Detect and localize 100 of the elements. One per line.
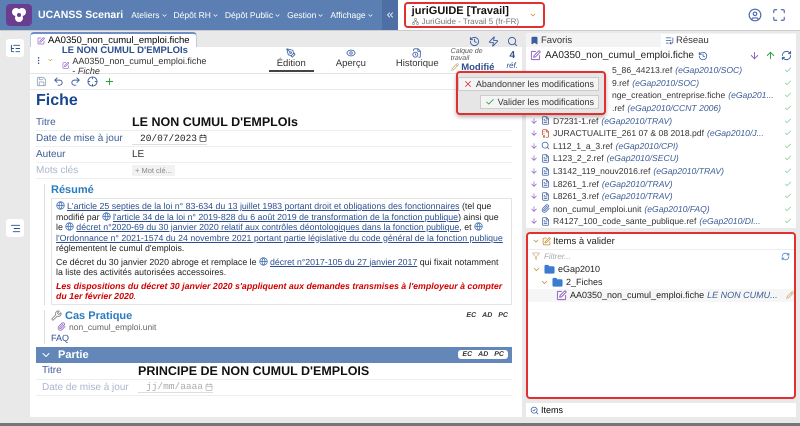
target-icon[interactable] (87, 76, 98, 87)
field-label: Date de mise à jour (42, 382, 130, 392)
panel-title: Items à valider (553, 236, 615, 247)
attached-file[interactable]: non_cumul_emploi.unit (69, 322, 156, 332)
globe-icon (65, 222, 74, 231)
outgoing-links-icon[interactable] (765, 50, 776, 61)
list-icon (665, 36, 674, 44)
section-title: Cas Pratique (65, 310, 132, 322)
refresh-icon[interactable] (781, 252, 790, 261)
reference-name[interactable]: non_cumul_emploi.unit (553, 204, 642, 214)
case-label: FAQ (51, 332, 70, 342)
outline-button[interactable] (6, 219, 24, 237)
law-link[interactable]: décret n°2020-69 du 30 janvier 2020 relatif aux contrôles déontologiques dans la fonction publique (76, 222, 460, 232)
menu-item[interactable]: Ateliers (131, 10, 168, 20)
double-chevron-icon (384, 10, 395, 20)
discard-changes-button[interactable]: Abandonner les modifications (458, 77, 599, 91)
cross-icon (462, 79, 473, 89)
validate-changes-button[interactable]: Valider les modifications (480, 95, 599, 109)
magnifier-icon (541, 141, 550, 150)
document-title: LE NON CUMUL D'EMPLOIs (62, 44, 188, 56)
reference-name[interactable]: .ref (612, 103, 624, 114)
calendar-icon[interactable] (199, 134, 208, 142)
reference-path: (eGap2010/SOC) (632, 78, 700, 88)
history-icon[interactable] (469, 36, 480, 47)
reference-path: (eGap2010/DI... (699, 216, 761, 226)
document-icon (541, 116, 550, 126)
document-icon (541, 154, 550, 163)
reference-name[interactable]: JURACTUALITE_261 07 & 08 2018.pdf (553, 128, 704, 138)
reference-label: réf. (506, 61, 518, 70)
reference-name[interactable]: L3142_119_nouv2016.ref (553, 166, 650, 176)
app-logo[interactable] (6, 4, 32, 26)
reference-path: (eGap2010/SOC) (675, 65, 742, 76)
bookmark-icon (530, 36, 539, 44)
workspace-selector[interactable]: juriGUIDE [Travail] JuriGuide - Travail 5 (fr-FR) (404, 2, 546, 28)
panel-tab[interactable]: Réseau (661, 34, 796, 46)
incoming-links-icon[interactable] (749, 50, 760, 61)
caret-icon (529, 11, 538, 19)
menu-item[interactable]: Dépôt Public (224, 10, 282, 20)
link-direction-icon (530, 204, 538, 213)
filter-icon (532, 252, 540, 260)
items-search-button[interactable]: Items (526, 403, 796, 417)
date-field[interactable]: 20/07/2023 (132, 132, 208, 144)
field-label: Auteur (36, 149, 66, 160)
undo-icon[interactable] (53, 76, 64, 87)
collapse-button[interactable] (382, 0, 398, 30)
view-tab[interactable]: Historique (388, 48, 447, 72)
dropdown-icon[interactable] (47, 56, 54, 64)
menu-item[interactable]: Dépôt RH (174, 10, 219, 20)
law-link[interactable]: l'article 34 de la loi n° 2019-828 du 6 août 2019 de transformation de la fonction publique (112, 212, 458, 222)
view-tab[interactable]: Aperçu (328, 48, 374, 72)
reference-path: (eGap2010/TRAV) (653, 166, 724, 176)
document-file: AA0350_non_cumul_emploi.fiche - Fiche (72, 56, 208, 76)
reference-name[interactable]: 9.ref (612, 78, 630, 88)
reference-name[interactable]: L8261_1.ref (553, 178, 599, 189)
reference-name[interactable]: 5_86_44213.ref (612, 65, 672, 76)
lightning-icon[interactable] (488, 36, 499, 47)
reference-path: (eGap2010/TRAV) (602, 178, 673, 189)
user-icon[interactable] (748, 8, 762, 22)
reference-path: (eGap201... (728, 90, 774, 100)
edit-document-icon (37, 36, 45, 44)
reference-name[interactable]: L8261_3.ref (553, 191, 599, 202)
layer-status[interactable]: Modifié (451, 62, 494, 72)
globe-icon (102, 212, 111, 220)
tree-item[interactable]: eGap2010 (558, 264, 600, 274)
search-icon[interactable] (507, 36, 518, 47)
redo-icon[interactable] (70, 76, 81, 87)
fullscreen-icon[interactable] (772, 8, 786, 22)
history-icon[interactable] (698, 50, 708, 60)
law-link[interactable]: décret n°2017-105 du 27 janvier 2017 (270, 256, 418, 266)
pen-icon (286, 48, 296, 58)
tree-item[interactable]: AA0350_non_cumul_emploi.fiche (570, 290, 704, 300)
reference-path: (eGap2010/CCNT 2006) (627, 103, 722, 114)
pencil-icon (786, 291, 794, 300)
history-icon (412, 48, 422, 58)
author-value: LE (132, 149, 144, 160)
refresh-icon[interactable] (781, 50, 792, 61)
network-file: AA0350_non_cumul_emploi.fiche (545, 50, 694, 61)
reference-name[interactable]: L123_2_2.ref (553, 153, 604, 164)
reference-name[interactable]: nge_creation_entreprise.fiche (612, 90, 726, 100)
app-title: UCANSS Scenari (38, 9, 124, 21)
reference-name[interactable]: R4127_100_code_sante_publique.ref (553, 216, 696, 226)
view-tab[interactable]: Édition (268, 48, 314, 72)
paperclip-icon (541, 204, 550, 214)
tree-view-button[interactable] (6, 39, 24, 57)
field-label: Titre (36, 116, 57, 128)
tree-item[interactable]: 2_Fiches (566, 277, 603, 288)
reference-name[interactable]: D7231-1.ref (553, 116, 598, 126)
reference-name[interactable]: L112_1_a_3.ref (553, 140, 613, 151)
document-tab[interactable]: AA0350_non_cumul_emploi.fiche (30, 32, 197, 47)
law-link[interactable]: L'article 25 septies de la loi n° 83-634 du 13 juillet 1983 portant droit et obligations des fonctionnaires (67, 201, 460, 211)
law-link[interactable]: l'Ordonnance n° 2021-1574 du 24 novembre 2021 portant partie législative du code général de la fonction publique (56, 232, 503, 242)
edit-document-icon (530, 50, 541, 61)
add-icon[interactable] (104, 76, 115, 87)
link-direction-icon (530, 129, 538, 138)
caret-icon (160, 12, 168, 18)
menu-item[interactable]: Affichage (330, 10, 374, 20)
caret-icon (366, 12, 374, 18)
reference-path: (eGap2010/J... (706, 128, 764, 138)
menu-item[interactable]: Gestion (287, 10, 324, 20)
form-heading: Fiche (36, 92, 78, 110)
